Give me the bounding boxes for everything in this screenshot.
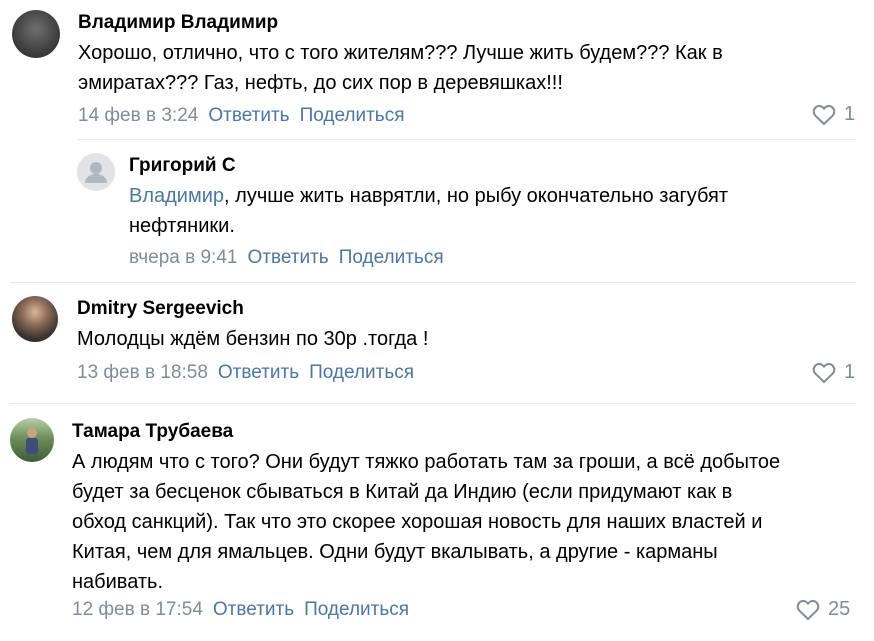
like-count: 1 [844, 103, 856, 125]
comment-text: Владимир, лучше жить наврятли, но рыбу о… [129, 181, 728, 241]
reply-button[interactable]: Ответить [218, 362, 299, 383]
comment-date[interactable]: 14 фев в 3:24 [78, 105, 198, 126]
comment-text: А людям что с того? Они будут тяжко рабо… [72, 447, 780, 597]
person-photo-icon [26, 428, 38, 454]
comment-text-line: Хорошо, отлично, что с того жителям??? Л… [78, 42, 723, 64]
like-count: 25 [828, 598, 851, 620]
mention-link[interactable]: Владимир [129, 185, 224, 207]
comment-meta: 12 фев в 17:54 Ответить Поделиться [72, 599, 409, 621]
heart-icon [812, 104, 836, 125]
comment-text: Хорошо, отлично, что с того жителям??? Л… [78, 38, 723, 98]
comment-text-line: будет за бесценок сбываться в Китай да И… [72, 481, 733, 503]
heart-icon [812, 362, 836, 383]
comment-text: Молодцы ждём бензин по 30р .тогда ! [77, 324, 428, 354]
like-button[interactable]: 25 [796, 598, 850, 621]
share-button[interactable]: Поделиться [304, 599, 409, 620]
like-button[interactable]: 1 [812, 361, 855, 384]
share-button[interactable]: Поделиться [300, 105, 405, 126]
comment-text-line: Владимир, лучше жить наврятли, но рыбу о… [129, 185, 729, 207]
reply-button[interactable]: Ответить [247, 247, 328, 268]
like-button[interactable]: 1 [812, 103, 855, 126]
avatar[interactable] [12, 10, 60, 58]
comment-author[interactable]: Владимир Владимир [78, 12, 278, 34]
avatar[interactable] [77, 153, 115, 191]
divider [10, 282, 856, 283]
user-silhouette-icon [85, 162, 107, 183]
comment-text-line: нефтяники. [129, 215, 235, 237]
comment-meta: 14 фев в 3:24 Ответить Поделиться [78, 105, 404, 127]
comment-text-line: обход санкций). Так что это скорее хорош… [72, 511, 763, 533]
comment-date[interactable]: 12 фев в 17:54 [72, 599, 203, 620]
heart-icon [796, 599, 820, 620]
comment-text-line: А людям что с того? Они будут тяжко рабо… [72, 451, 781, 473]
comment-author[interactable]: Тамара Трубаева [72, 421, 233, 443]
comment-date[interactable]: 13 фев в 18:58 [77, 362, 208, 383]
divider [78, 139, 856, 140]
comment-meta: 13 фев в 18:58 Ответить Поделиться [77, 362, 414, 384]
comment-text-line: эмиратах??? Газ, нефть, до сих пор в дер… [78, 72, 563, 94]
comment-author[interactable]: Dmitry Sergeevich [77, 298, 244, 320]
divider [10, 403, 856, 404]
reply-button[interactable]: Ответить [208, 105, 289, 126]
like-count: 1 [844, 361, 856, 383]
comment-author[interactable]: Григорий С [129, 155, 236, 177]
reply-button[interactable]: Ответить [213, 599, 294, 620]
comment-text-line: Молодцы ждём бензин по 30р .тогда ! [77, 328, 429, 350]
comment-meta: вчера в 9:41 Ответить Поделиться [129, 247, 444, 269]
avatar[interactable] [12, 296, 58, 342]
share-button[interactable]: Поделиться [309, 362, 414, 383]
avatar[interactable] [10, 418, 54, 462]
comment-text-line: Китая, чем для ямальцев. Одни будут вкал… [72, 541, 718, 563]
comment-date[interactable]: вчера в 9:41 [129, 247, 237, 268]
comment-text-line: набивать. [72, 571, 164, 593]
share-button[interactable]: Поделиться [339, 247, 444, 268]
